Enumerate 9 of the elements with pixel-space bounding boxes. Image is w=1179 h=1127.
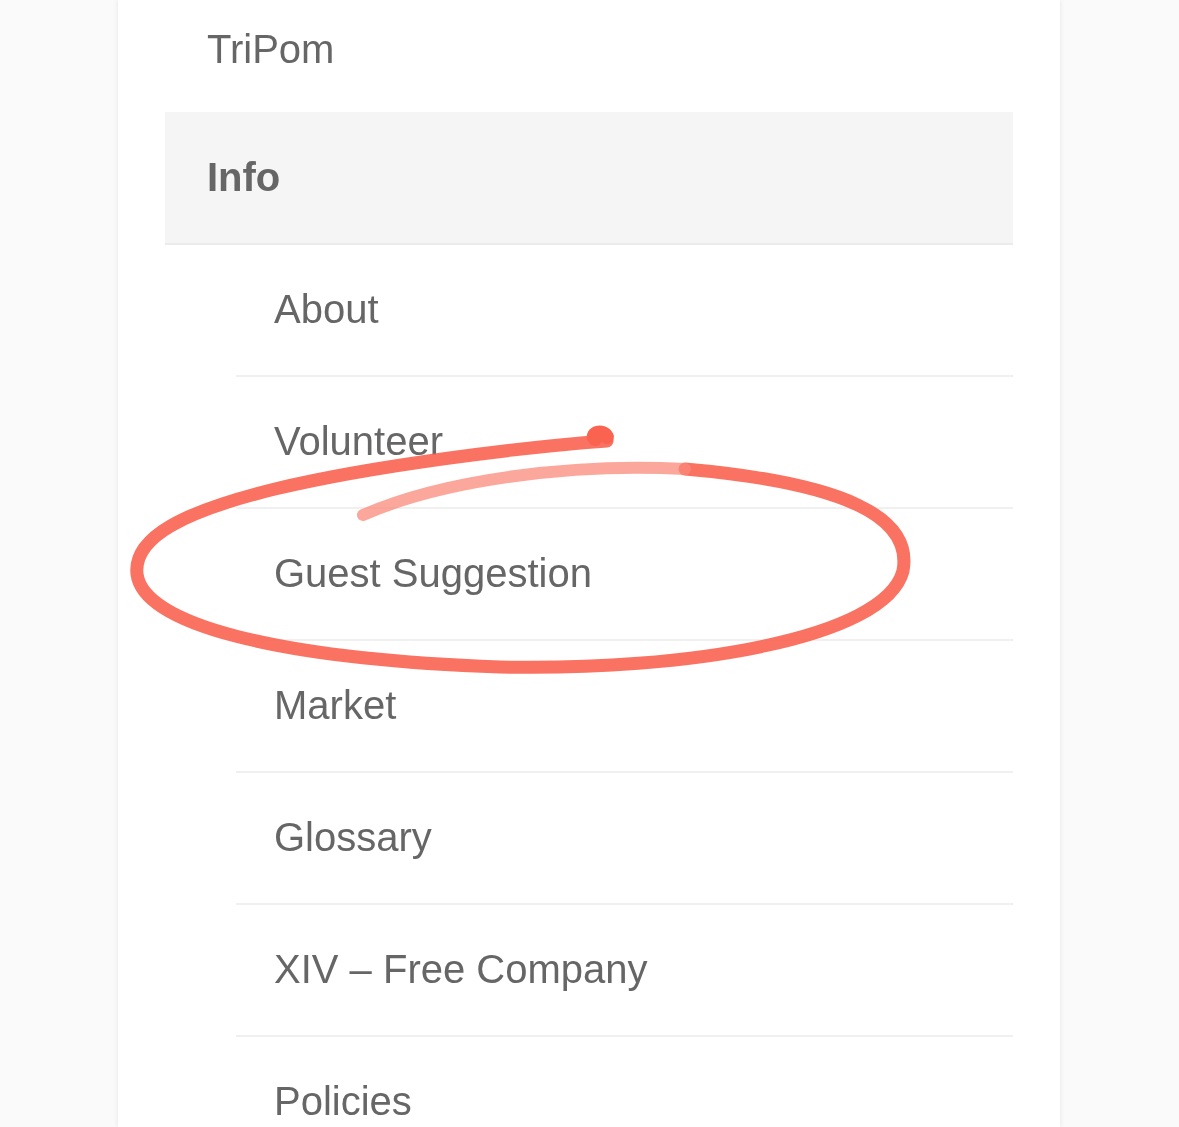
- submenu-item[interactable]: Glossary: [236, 773, 1013, 905]
- submenu-item[interactable]: Policies: [236, 1037, 1013, 1127]
- submenu-item[interactable]: XIV – Free Company: [236, 905, 1013, 1037]
- submenu-item[interactable]: Volunteer: [236, 377, 1013, 509]
- menu-item[interactable]: TriPom: [165, 0, 1013, 112]
- submenu-item[interactable]: About: [236, 245, 1013, 377]
- submenu-item[interactable]: Guest Suggestion: [236, 509, 1013, 641]
- menu-item[interactable]: Info: [165, 112, 1013, 245]
- submenu-item[interactable]: Market: [236, 641, 1013, 773]
